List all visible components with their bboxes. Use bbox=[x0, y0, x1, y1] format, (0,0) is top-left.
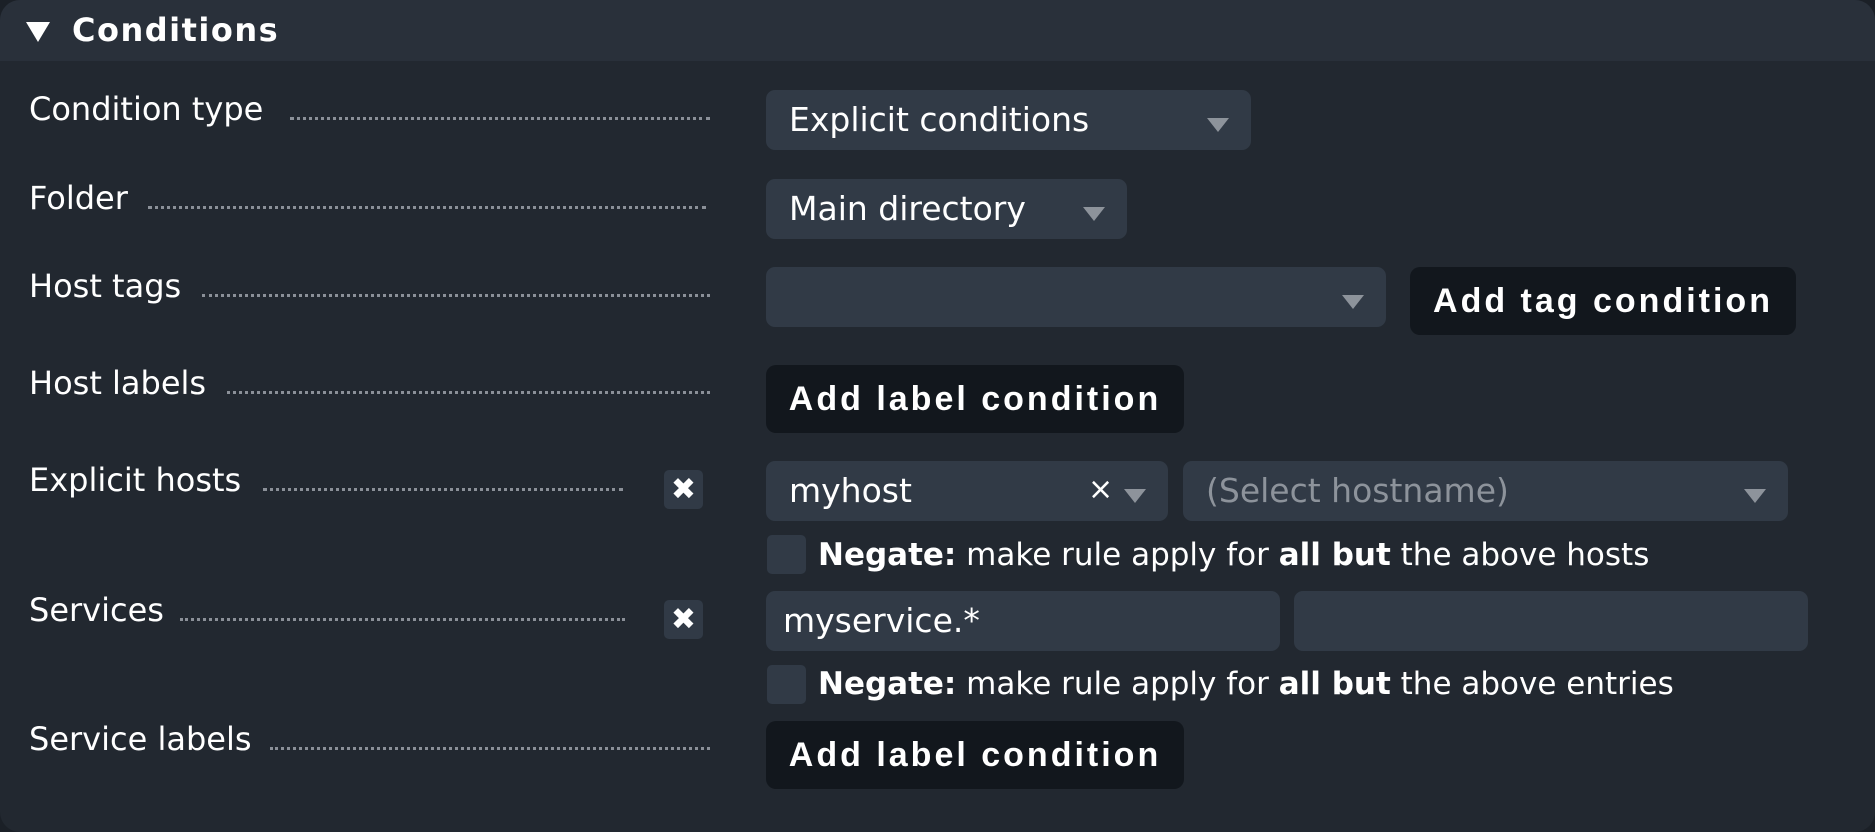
triangle-down-icon[interactable] bbox=[26, 22, 50, 42]
chevron-down-icon bbox=[1124, 489, 1146, 503]
condition-type-value: Explicit conditions bbox=[789, 100, 1090, 139]
negate-hosts-checkbox[interactable] bbox=[767, 535, 806, 574]
chevron-down-icon bbox=[1342, 295, 1364, 309]
clear-selection-icon[interactable]: × bbox=[1088, 470, 1113, 510]
chevron-down-icon bbox=[1207, 118, 1229, 132]
leader-dots bbox=[263, 488, 623, 491]
conditions-panel: Conditions Condition type Explicit condi… bbox=[0, 0, 1875, 832]
service-labels-label: Service labels bbox=[29, 720, 252, 758]
hostname-placeholder: (Select hostname) bbox=[1206, 471, 1509, 510]
negate-emphasis: all but bbox=[1278, 537, 1391, 573]
leader-dots bbox=[227, 391, 710, 394]
host-labels-label: Host labels bbox=[29, 364, 207, 402]
close-icon: ✖ bbox=[670, 602, 697, 637]
delete-services-button[interactable]: ✖ bbox=[664, 600, 703, 639]
negate-services-checkbox[interactable] bbox=[767, 665, 806, 704]
negate-emphasis: all but bbox=[1278, 666, 1391, 702]
negate-text: the above entries bbox=[1390, 666, 1674, 702]
leader-dots bbox=[180, 618, 625, 621]
negate-hosts-label[interactable]: Negate: make rule apply for all but the … bbox=[818, 535, 1649, 575]
section-title: Conditions bbox=[72, 11, 280, 49]
delete-explicit-hosts-button[interactable]: ✖ bbox=[664, 470, 703, 509]
explicit-hosts-label: Explicit hosts bbox=[29, 461, 242, 499]
negate-text: the above hosts bbox=[1390, 537, 1650, 573]
close-icon: ✖ bbox=[670, 472, 697, 507]
negate-prefix: Negate: bbox=[818, 537, 957, 573]
explicit-host-value: myhost bbox=[789, 471, 912, 510]
explicit-host-select[interactable]: myhost × bbox=[766, 461, 1168, 521]
chevron-down-icon bbox=[1083, 207, 1105, 221]
leader-dots bbox=[270, 747, 710, 750]
service-pattern-input[interactable]: myservice.* bbox=[766, 591, 1280, 651]
section-header[interactable]: Conditions bbox=[0, 0, 1875, 61]
folder-label: Folder bbox=[29, 179, 128, 217]
negate-prefix: Negate: bbox=[818, 666, 957, 702]
folder-select[interactable]: Main directory bbox=[766, 179, 1127, 239]
add-service-label-condition-button[interactable]: Add label condition bbox=[766, 721, 1184, 789]
chevron-down-icon bbox=[1744, 489, 1766, 503]
negate-text: make rule apply for bbox=[956, 537, 1279, 573]
condition-type-select[interactable]: Explicit conditions bbox=[766, 90, 1251, 150]
service-pattern-input-empty[interactable] bbox=[1294, 591, 1808, 651]
leader-dots bbox=[290, 117, 710, 120]
negate-text: make rule apply for bbox=[956, 666, 1279, 702]
add-host-label-condition-button[interactable]: Add label condition bbox=[766, 365, 1184, 433]
folder-value: Main directory bbox=[789, 189, 1026, 228]
services-label: Services bbox=[29, 591, 164, 629]
host-tag-select[interactable] bbox=[766, 267, 1386, 327]
hostname-select[interactable]: (Select hostname) bbox=[1183, 461, 1788, 521]
leader-dots bbox=[202, 294, 710, 297]
add-tag-condition-button[interactable]: Add tag condition bbox=[1410, 267, 1796, 335]
host-tags-label: Host tags bbox=[29, 267, 182, 305]
service-pattern-value: myservice.* bbox=[783, 601, 980, 640]
leader-dots bbox=[148, 206, 706, 209]
negate-services-label[interactable]: Negate: make rule apply for all but the … bbox=[818, 664, 1674, 704]
condition-type-label: Condition type bbox=[29, 90, 264, 128]
